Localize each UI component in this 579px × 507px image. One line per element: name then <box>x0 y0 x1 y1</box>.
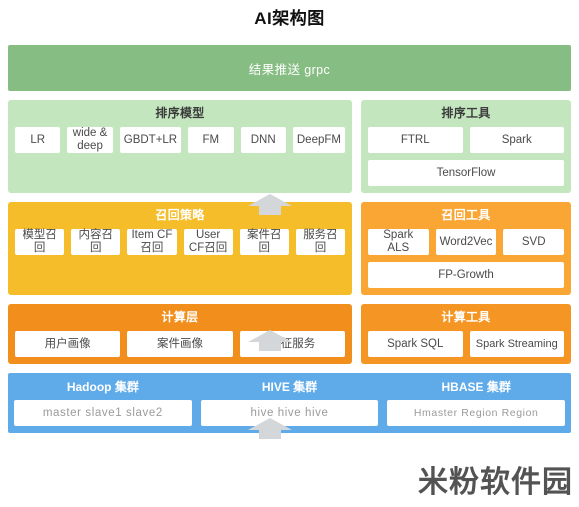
watermark: 米粉软件园 <box>418 465 573 500</box>
compute-layer-cell[interactable]: 用户画像 <box>15 331 121 357</box>
ranking-model-cell[interactable]: LR <box>15 127 61 153</box>
recall-tool-cell[interactable]: Spark ALS <box>368 229 429 255</box>
recall-strategy-cell[interactable]: 模型召回 <box>15 229 65 255</box>
arrow-recall-to-rank <box>247 193 293 215</box>
cluster-hbase-nodes[interactable]: Hmaster Region Region <box>387 400 566 426</box>
compute-tool-cells: Spark SQL Spark Streaming <box>368 331 564 357</box>
recall-strategy-cell[interactable]: 内容召回 <box>71 229 121 255</box>
cluster-hbase: HBASE 集群 Hmaster Region Region <box>387 378 566 426</box>
compute-tool-title: 计算工具 <box>441 310 491 324</box>
cluster-hive-title: HIVE 集群 <box>261 380 318 394</box>
recall-strategy-cell[interactable]: Item CF 召回 <box>127 229 177 255</box>
recall-tool-panel: 召回工具 Spark ALS Word2Vec SVD FP-Growth <box>361 202 571 295</box>
recall-strategy-panel: 召回策略 模型召回 内容召回 Item CF 召回 User CF召回 案件召回… <box>8 202 352 295</box>
result-push-banner: 结果推送 grpc <box>8 45 571 91</box>
cluster-hadoop: Hadoop 集群 master slave1 slave2 <box>14 378 192 426</box>
recall-tool-cell[interactable]: Word2Vec <box>435 229 497 255</box>
compute-layer-panel: 计算层 用户画像 案件画像 特征服务 <box>8 304 352 364</box>
ranking-model-title: 排序模型 <box>155 106 205 120</box>
ranking-model-cell[interactable]: GBDT+LR <box>119 127 182 153</box>
compute-layer-cell[interactable]: 案件画像 <box>127 331 233 357</box>
compute-tool-cell[interactable]: Spark SQL <box>368 331 463 357</box>
recall-row: 召回策略 模型召回 内容召回 Item CF 召回 User CF召回 案件召回… <box>8 202 571 295</box>
ranking-tool-title: 排序工具 <box>441 106 491 120</box>
page-title: AI架构图 <box>254 9 325 28</box>
compute-tool-panel: 计算工具 Spark SQL Spark Streaming <box>361 304 571 364</box>
arrow-compute-to-recall <box>247 329 293 351</box>
ranking-tool-cell-tensorflow[interactable]: TensorFlow <box>368 160 564 186</box>
ranking-model-cell[interactable]: FM <box>188 127 234 153</box>
arrow-cluster-to-compute <box>247 417 293 439</box>
recall-tool-cell[interactable]: FP-Growth <box>368 262 564 288</box>
ranking-model-cell[interactable]: DeepFM <box>292 127 345 153</box>
recall-strategy-cell[interactable]: User CF召回 <box>183 229 233 255</box>
ranking-model-cells: LR wide & deep GBDT+LR FM DNN DeepFM <box>15 127 345 153</box>
cluster-hadoop-title: Hadoop 集群 <box>66 380 139 394</box>
recall-strategy-cells: 模型召回 内容召回 Item CF 召回 User CF召回 案件召回 服务召回 <box>15 229 346 255</box>
recall-tool-cell[interactable]: SVD <box>503 229 565 255</box>
compute-layer-cells: 用户画像 案件画像 特征服务 <box>15 331 345 357</box>
compute-tool-cell[interactable]: Spark Streaming <box>469 331 564 357</box>
ranking-model-cell[interactable]: wide & deep <box>67 127 113 153</box>
ranking-tool-cell[interactable]: Spark <box>469 127 564 153</box>
compute-layer-title: 计算层 <box>161 310 199 324</box>
ranking-model-cell[interactable]: DNN <box>240 127 286 153</box>
cluster-hadoop-nodes[interactable]: master slave1 slave2 <box>14 400 192 426</box>
recall-tool-title: 召回工具 <box>441 208 491 222</box>
ranking-row: 排序模型 LR wide & deep GBDT+LR FM DNN DeepF… <box>8 100 571 193</box>
ranking-tool-panel: 排序工具 FTRL Spark TensorFlow <box>361 100 571 193</box>
result-push-label: 结果推送 grpc <box>248 62 331 77</box>
ranking-model-panel: 排序模型 LR wide & deep GBDT+LR FM DNN DeepF… <box>8 100 352 193</box>
cluster-hbase-title: HBASE 集群 <box>441 380 511 394</box>
recall-strategy-title: 召回策略 <box>155 208 205 222</box>
recall-strategy-cell[interactable]: 案件召回 <box>239 229 289 255</box>
ranking-tool-cell[interactable]: FTRL <box>368 127 463 153</box>
recall-tool-cells: Spark ALS Word2Vec SVD FP-Growth <box>368 229 565 288</box>
recall-strategy-cell[interactable]: 服务召回 <box>295 229 346 255</box>
architecture-diagram: 结果推送 grpc 排序模型 LR wide & deep GBDT+LR FM… <box>8 45 571 433</box>
ranking-tool-cells: FTRL Spark TensorFlow <box>368 127 564 186</box>
